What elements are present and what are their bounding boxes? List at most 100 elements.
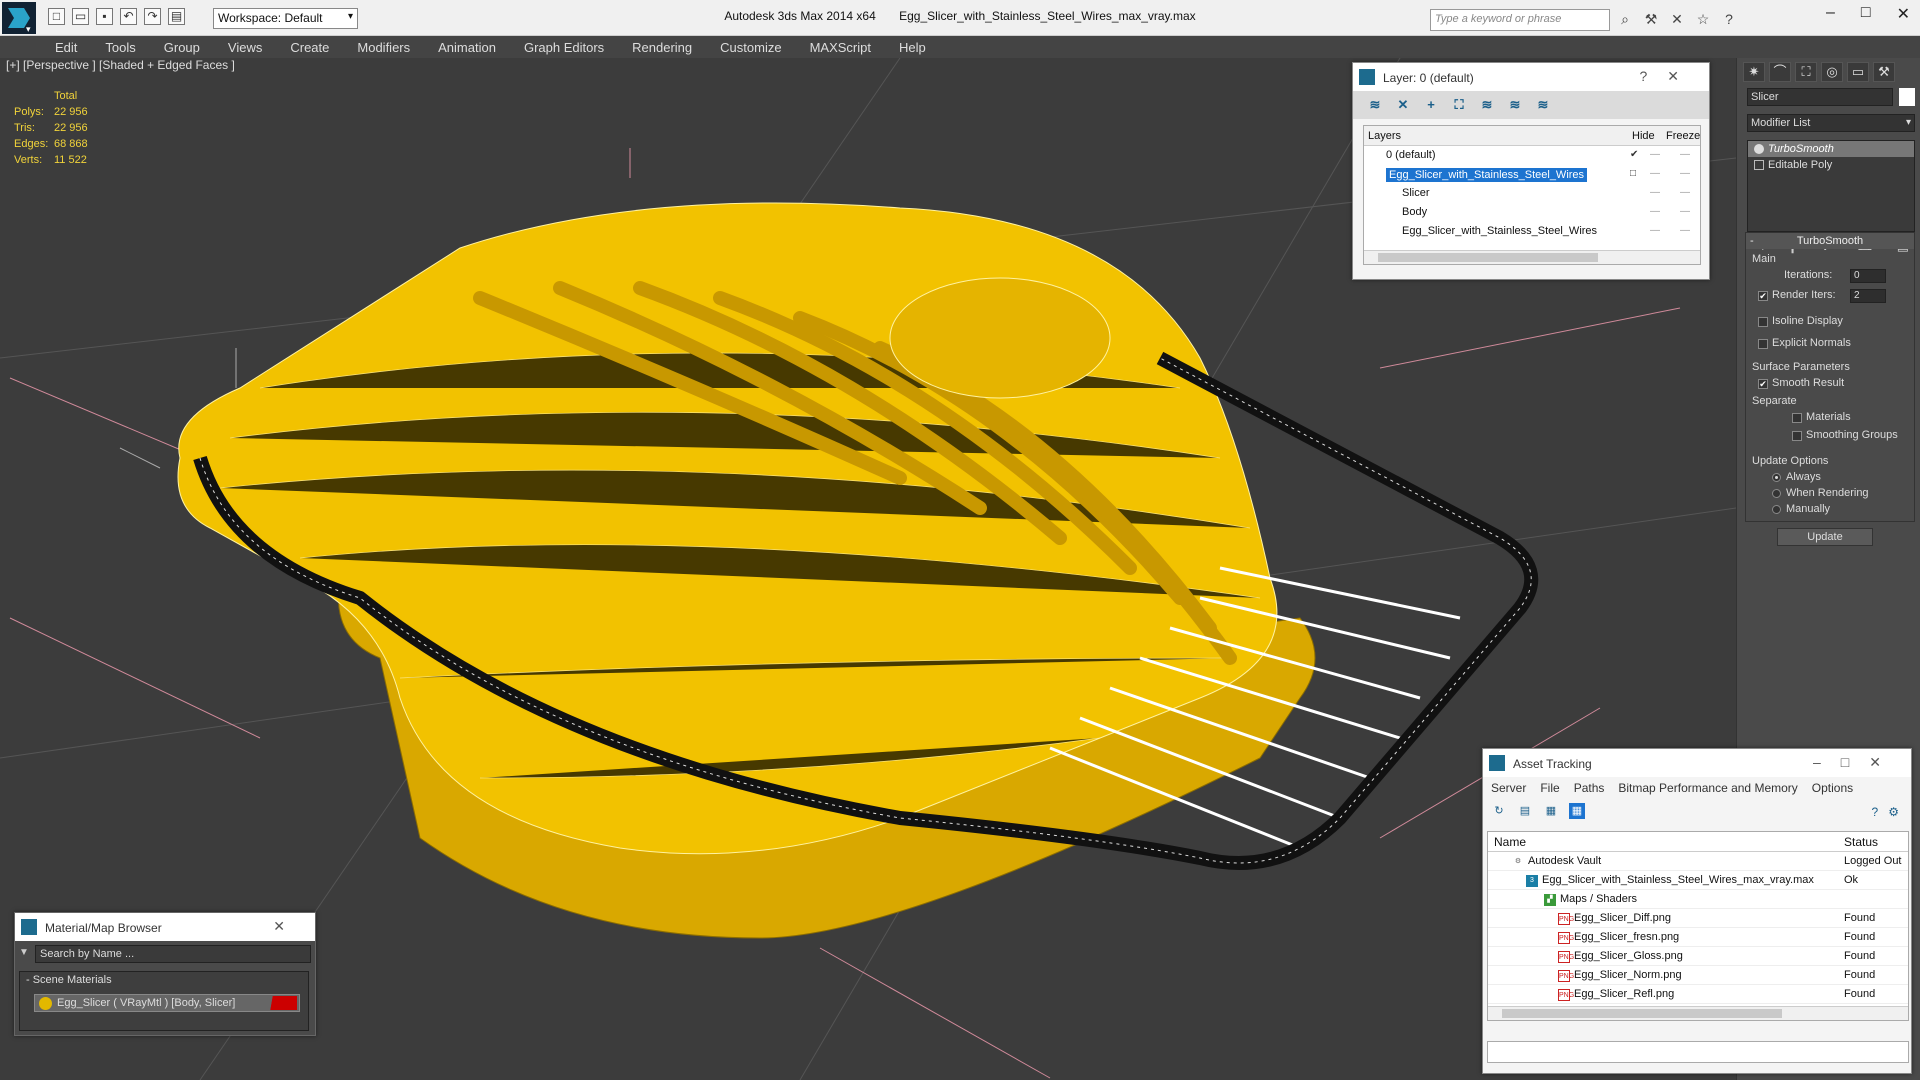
hide-toggle[interactable]: — — [1650, 168, 1660, 179]
settings-icon[interactable]: ⚙ — [1888, 805, 1899, 819]
communication-icon[interactable]: ✕ — [1668, 10, 1686, 28]
close-icon[interactable]: ✕ — [1897, 4, 1910, 24]
menu-views[interactable]: Views — [228, 40, 262, 55]
layer-row[interactable]: Egg_Slicer_with_Stainless_Steel_Wires — … — [1364, 222, 1700, 241]
asset-menu-file[interactable]: File — [1540, 781, 1559, 795]
freeze-all-icon[interactable]: ≋ — [1535, 97, 1551, 113]
close-icon[interactable]: ✕ — [1667, 68, 1699, 84]
render-iters-checkbox[interactable]: ✔ — [1758, 291, 1768, 301]
maximize-icon[interactable]: □ — [1861, 4, 1871, 24]
layer-row[interactable]: 0 (default) ✔ — — — [1364, 146, 1700, 165]
iterations-spinner[interactable]: 0 — [1850, 269, 1886, 283]
col-freeze[interactable]: Freeze — [1666, 130, 1700, 142]
menu-modifiers[interactable]: Modifiers — [357, 40, 410, 55]
freeze-toggle[interactable]: — — [1680, 225, 1690, 236]
object-name-field[interactable]: Slicer — [1747, 88, 1893, 106]
menu-group[interactable]: Group — [164, 40, 200, 55]
help-icon[interactable]: ? — [1720, 10, 1738, 28]
smooth-result-checkbox[interactable]: ✔ — [1758, 379, 1768, 389]
menu-help[interactable]: Help — [899, 40, 926, 55]
subscription-icon[interactable]: ⚒ — [1642, 10, 1660, 28]
current-layer-check-icon[interactable]: ✔ — [1630, 149, 1638, 160]
isoline-display-checkbox[interactable] — [1758, 317, 1768, 327]
filter-dropdown-icon[interactable]: ▼ — [19, 947, 29, 958]
smoothing-groups-checkbox[interactable] — [1792, 431, 1802, 441]
table-view-icon[interactable]: ▦ — [1569, 803, 1585, 819]
viewport-label[interactable]: [+] [Perspective ] [Shaded + Edged Faces… — [6, 58, 235, 72]
layer-box-icon[interactable]: □ — [1630, 168, 1636, 179]
stack-item-turbosmooth[interactable]: TurboSmooth — [1748, 141, 1914, 157]
help-icon[interactable]: ? — [1639, 68, 1667, 84]
stack-item-editable-poly[interactable]: Editable Poly — [1748, 157, 1914, 173]
modify-tab-icon[interactable]: ⌒ — [1769, 62, 1791, 82]
close-icon[interactable]: ✕ — [1869, 754, 1901, 770]
menu-maxscript[interactable]: MAXScript — [810, 40, 871, 55]
table-row[interactable]: PNG Egg_Slicer_Norm.png Found — [1488, 966, 1908, 985]
highlight-layer-icon[interactable]: ≋ — [1479, 97, 1495, 113]
update-button[interactable]: Update — [1777, 528, 1873, 546]
material-browser-titlebar[interactable]: Material/Map Browser ✕ — [15, 913, 315, 941]
layer-row[interactable]: Slicer — — — [1364, 184, 1700, 203]
table-row[interactable]: PNG Egg_Slicer_Refl.png Found — [1488, 985, 1908, 1004]
freeze-toggle[interactable]: — — [1680, 168, 1690, 179]
freeze-toggle[interactable]: — — [1680, 187, 1690, 198]
materials-checkbox[interactable] — [1792, 413, 1802, 423]
detail-view-icon[interactable]: ▦ — [1543, 803, 1559, 819]
table-row[interactable]: PNG Egg_Slicer_Gloss.png Found — [1488, 947, 1908, 966]
help-icon[interactable]: ? — [1872, 805, 1879, 819]
asset-menu-paths[interactable]: Paths — [1574, 781, 1605, 795]
hide-toggle[interactable]: — — [1650, 206, 1660, 217]
always-radio[interactable] — [1772, 473, 1781, 482]
close-icon[interactable]: ✕ — [273, 918, 305, 934]
list-view-icon[interactable]: ▤ — [1517, 803, 1533, 819]
delete-layer-icon[interactable]: ✕ — [1395, 97, 1411, 113]
object-color-swatch[interactable] — [1899, 88, 1915, 106]
table-row[interactable]: ⚙ Autodesk Vault Logged Out — [1488, 852, 1908, 871]
freeze-toggle[interactable]: — — [1680, 149, 1690, 160]
menu-graph-editors[interactable]: Graph Editors — [524, 40, 604, 55]
favorites-star-icon[interactable]: ☆ — [1694, 10, 1712, 28]
when-rendering-radio[interactable] — [1772, 489, 1781, 498]
lightbulb-icon[interactable] — [1754, 144, 1764, 154]
menu-customize[interactable]: Customize — [720, 40, 781, 55]
render-iters-spinner[interactable]: 2 — [1850, 289, 1886, 303]
menu-rendering[interactable]: Rendering — [632, 40, 692, 55]
table-row[interactable]: ▞ Maps / Shaders — [1488, 890, 1908, 909]
horizontal-scrollbar[interactable] — [1488, 1006, 1908, 1020]
table-row[interactable]: PNG Egg_Slicer_Diff.png Found — [1488, 909, 1908, 928]
asset-window-titlebar[interactable]: Asset Tracking –□✕ — [1483, 749, 1911, 777]
asset-menu-server[interactable]: Server — [1491, 781, 1526, 795]
material-item[interactable]: Egg_Slicer ( VRayMtl ) [Body, Slicer] — [34, 994, 300, 1012]
menu-create[interactable]: Create — [290, 40, 329, 55]
expand-icon[interactable] — [1754, 160, 1764, 170]
binoculars-icon[interactable]: ⌕ — [1616, 10, 1634, 28]
display-tab-icon[interactable]: ▭ — [1847, 62, 1869, 82]
modifier-list-dropdown[interactable]: Modifier List ▾ — [1747, 114, 1915, 132]
col-hide[interactable]: Hide — [1632, 130, 1655, 142]
hide-toggle[interactable]: — — [1650, 225, 1660, 236]
hierarchy-tab-icon[interactable]: ⛶ — [1795, 62, 1817, 82]
motion-tab-icon[interactable]: ◎ — [1821, 62, 1843, 82]
asset-menu-options[interactable]: Options — [1812, 781, 1853, 795]
utilities-tab-icon[interactable]: ⚒ — [1873, 62, 1895, 82]
refresh-icon[interactable]: ↻ — [1491, 803, 1507, 819]
explicit-normals-checkbox[interactable] — [1758, 339, 1768, 349]
menu-edit[interactable]: Edit — [55, 40, 77, 55]
create-tab-icon[interactable]: ✷ — [1743, 62, 1765, 82]
collapse-icon[interactable]: - — [1750, 233, 1754, 249]
search-by-name-input[interactable]: Search by Name ... — [35, 945, 311, 963]
turbosmooth-rollout-header[interactable]: - TurboSmooth — [1746, 233, 1914, 249]
hide-toggle[interactable]: — — [1650, 149, 1660, 160]
col-layers[interactable]: Layers — [1368, 130, 1401, 142]
create-layer-icon[interactable]: ≋ — [1367, 97, 1383, 113]
table-row[interactable]: 3 Egg_Slicer_with_Stainless_Steel_Wires_… — [1488, 871, 1908, 890]
menu-animation[interactable]: Animation — [438, 40, 496, 55]
manually-radio[interactable] — [1772, 505, 1781, 514]
table-row[interactable]: PNG Egg_Slicer_fresn.png Found — [1488, 928, 1908, 947]
freeze-toggle[interactable]: — — [1680, 206, 1690, 217]
asset-path-field[interactable] — [1487, 1041, 1909, 1063]
layer-row[interactable]: Body — — — [1364, 203, 1700, 222]
col-name[interactable]: Name — [1494, 835, 1526, 849]
menu-tools[interactable]: Tools — [105, 40, 135, 55]
layer-window-titlebar[interactable]: Layer: 0 (default) ?✕ — [1353, 63, 1709, 91]
